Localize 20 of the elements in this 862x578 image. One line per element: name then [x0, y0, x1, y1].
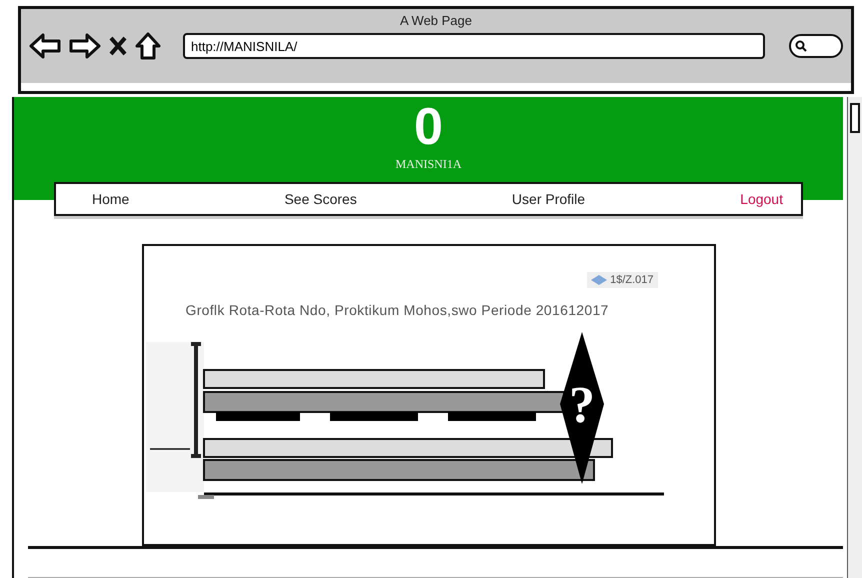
axis-marker — [198, 495, 214, 499]
close-icon[interactable] — [109, 36, 127, 56]
nav-link[interactable]: Home — [92, 191, 130, 207]
window-title: A Web Page — [400, 13, 472, 28]
back-icon[interactable] — [29, 33, 61, 59]
nav-link[interactable]: User Profile — [512, 191, 586, 207]
forward-icon[interactable] — [69, 33, 101, 59]
search-icon — [795, 40, 807, 52]
question-diamond-icon: ? — [560, 332, 604, 484]
site-logo: 0 — [414, 101, 443, 153]
scrollbar[interactable] — [847, 97, 862, 578]
tick-line — [150, 448, 190, 450]
diamond-icon — [591, 275, 608, 285]
site-name: MANISNI1A — [396, 157, 462, 172]
nav-link[interactable]: See Scores — [284, 191, 357, 207]
chart-title: Groflk Rota-Rota Ndo, Proktikum Mohos,swo Periode 201612017 — [186, 302, 610, 318]
search-field[interactable] — [789, 34, 843, 58]
address-field[interactable]: http://MANISNILA/ — [183, 33, 765, 59]
badge-text: 1$/Z.017 — [610, 274, 654, 286]
nav-link[interactable]: Logout — [740, 191, 783, 207]
